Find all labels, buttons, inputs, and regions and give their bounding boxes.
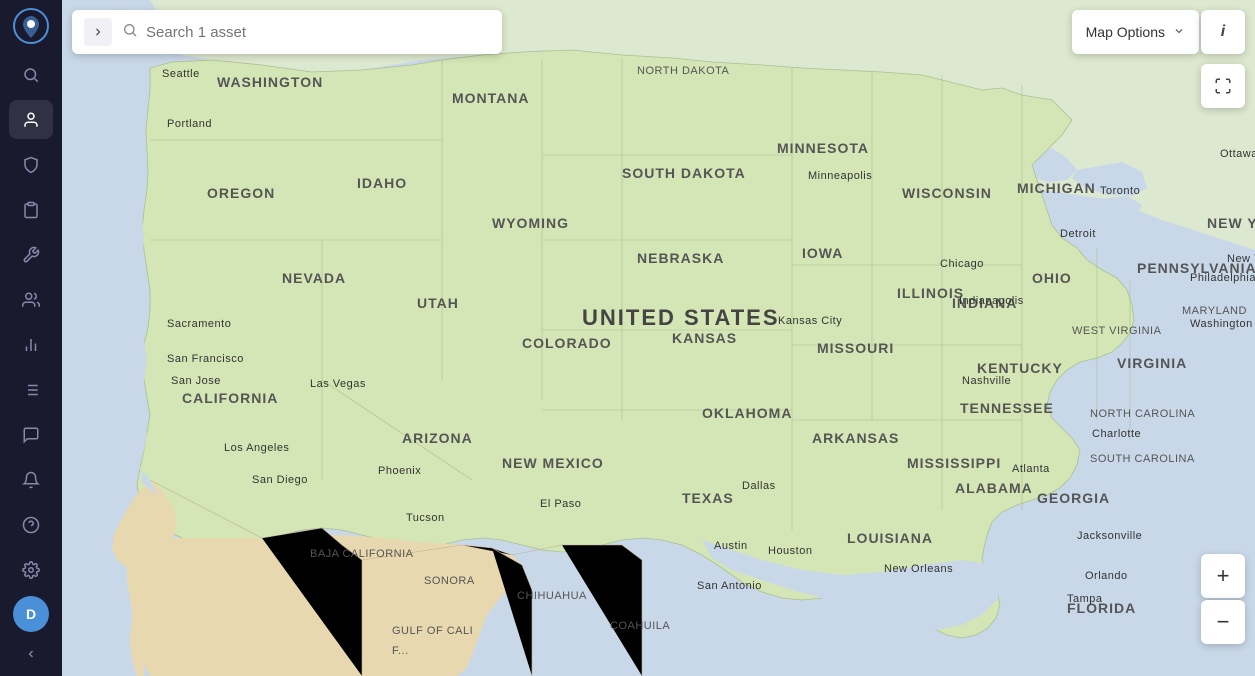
sidebar-item-wrench[interactable] (9, 235, 53, 274)
sidebar-item-chat[interactable] (9, 415, 53, 454)
info-icon: i (1221, 23, 1225, 41)
info-button[interactable]: i (1201, 10, 1245, 54)
fullscreen-button[interactable] (1201, 64, 1245, 108)
zoom-out-icon: − (1217, 609, 1230, 635)
chevron-down-icon (1173, 24, 1185, 40)
zoom-controls: + − (1201, 554, 1245, 646)
sidebar-collapse-btn[interactable] (9, 640, 53, 668)
map-container[interactable]: Map Options i WASHINGTONOREGONCALIFORNIA… (62, 0, 1255, 676)
sidebar: D (0, 0, 62, 676)
sidebar-item-list[interactable] (9, 370, 53, 409)
search-icon (122, 22, 138, 43)
search-expand-button[interactable] (84, 18, 112, 46)
zoom-out-button[interactable]: − (1201, 600, 1245, 644)
sidebar-item-help[interactable] (9, 505, 53, 544)
search-input[interactable] (146, 24, 490, 41)
sidebar-item-group[interactable] (9, 280, 53, 319)
zoom-in-button[interactable]: + (1201, 554, 1245, 598)
sidebar-item-shield[interactable] (9, 145, 53, 184)
map-options-label: Map Options (1086, 24, 1165, 40)
sidebar-item-bell[interactable] (9, 460, 53, 499)
map-options-button[interactable]: Map Options (1072, 10, 1199, 54)
sidebar-item-search[interactable] (9, 55, 53, 94)
sidebar-item-asset[interactable] (9, 100, 53, 139)
map-svg (62, 0, 1255, 676)
search-bar (72, 10, 502, 54)
sidebar-item-chart[interactable] (9, 325, 53, 364)
user-avatar[interactable]: D (13, 596, 49, 632)
zoom-in-icon: + (1217, 563, 1230, 589)
sidebar-item-clipboard[interactable] (9, 190, 53, 229)
sidebar-item-settings[interactable] (9, 550, 53, 589)
app-logo[interactable] (11, 8, 51, 44)
